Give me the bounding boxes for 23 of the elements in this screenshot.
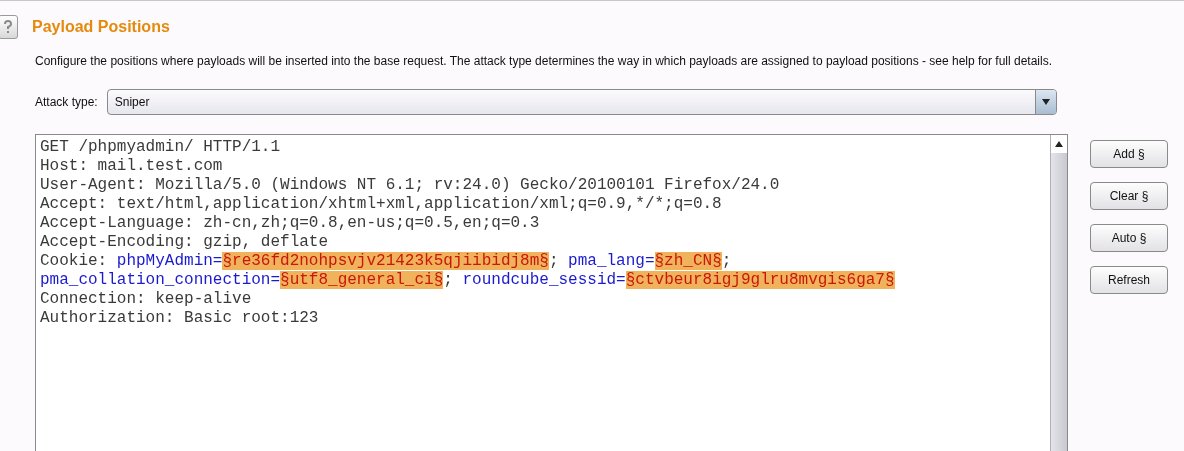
scrollbar[interactable] bbox=[1050, 135, 1067, 451]
request-line: Connection: keep-alive bbox=[40, 290, 253, 309]
request-line: Authorization: Basic root:123 bbox=[40, 309, 320, 328]
request-line: GET /phpmyadmin/ HTTP/1.1 bbox=[40, 138, 282, 157]
action-button[interactable]: Add § bbox=[1090, 140, 1168, 168]
action-button[interactable]: Auto § bbox=[1090, 224, 1168, 252]
request-editor[interactable] bbox=[35, 134, 1068, 451]
section-title: Payload Positions bbox=[32, 18, 170, 36]
request-line: Accept-Encoding: gzip, deflate bbox=[40, 233, 330, 252]
attack-type-dropdown[interactable]: Sniper bbox=[106, 89, 1057, 115]
action-button[interactable]: Refresh bbox=[1090, 266, 1168, 294]
request-line: Accept: text/html,application/xhtml+xml,application/xml;q=0.9,*/*;q=0.8 bbox=[40, 195, 723, 214]
request-line: pma_collation_connection=§utf8_general_ci§; roundcube_sessid=§ctvbeur8igj9glru8mvgis6ga7§ bbox=[40, 271, 896, 290]
scroll-up-icon[interactable] bbox=[1051, 135, 1067, 153]
section-description: Configure the positions where payloads will be inserted into the base request. The attack type determines the way in which payloads are assigned to payload positions - see help for full details. bbox=[35, 53, 1054, 70]
attack-type-label: Attack type: bbox=[35, 95, 98, 109]
action-button[interactable]: Clear § bbox=[1090, 182, 1168, 210]
request-line: Host: mail.test.com bbox=[40, 157, 224, 176]
help-icon[interactable] bbox=[0, 15, 18, 39]
caret-icon bbox=[1034, 90, 1056, 114]
request-line: Cookie: phpMyAdmin=§re36fd2nohpsvjv21423k5qjiibidj8m§; pma_lang=§zh_CN§; bbox=[40, 252, 733, 271]
request-line: Accept-Language: zh-cn,zh;q=0.8,en-us;q=0.5,en;q=0.3 bbox=[40, 214, 541, 233]
request-line: User-Agent: Mozilla/5.0 (Windows NT 6.1; rv:24.0) Gecko/20100101 Firefox/24.0 bbox=[40, 176, 781, 195]
